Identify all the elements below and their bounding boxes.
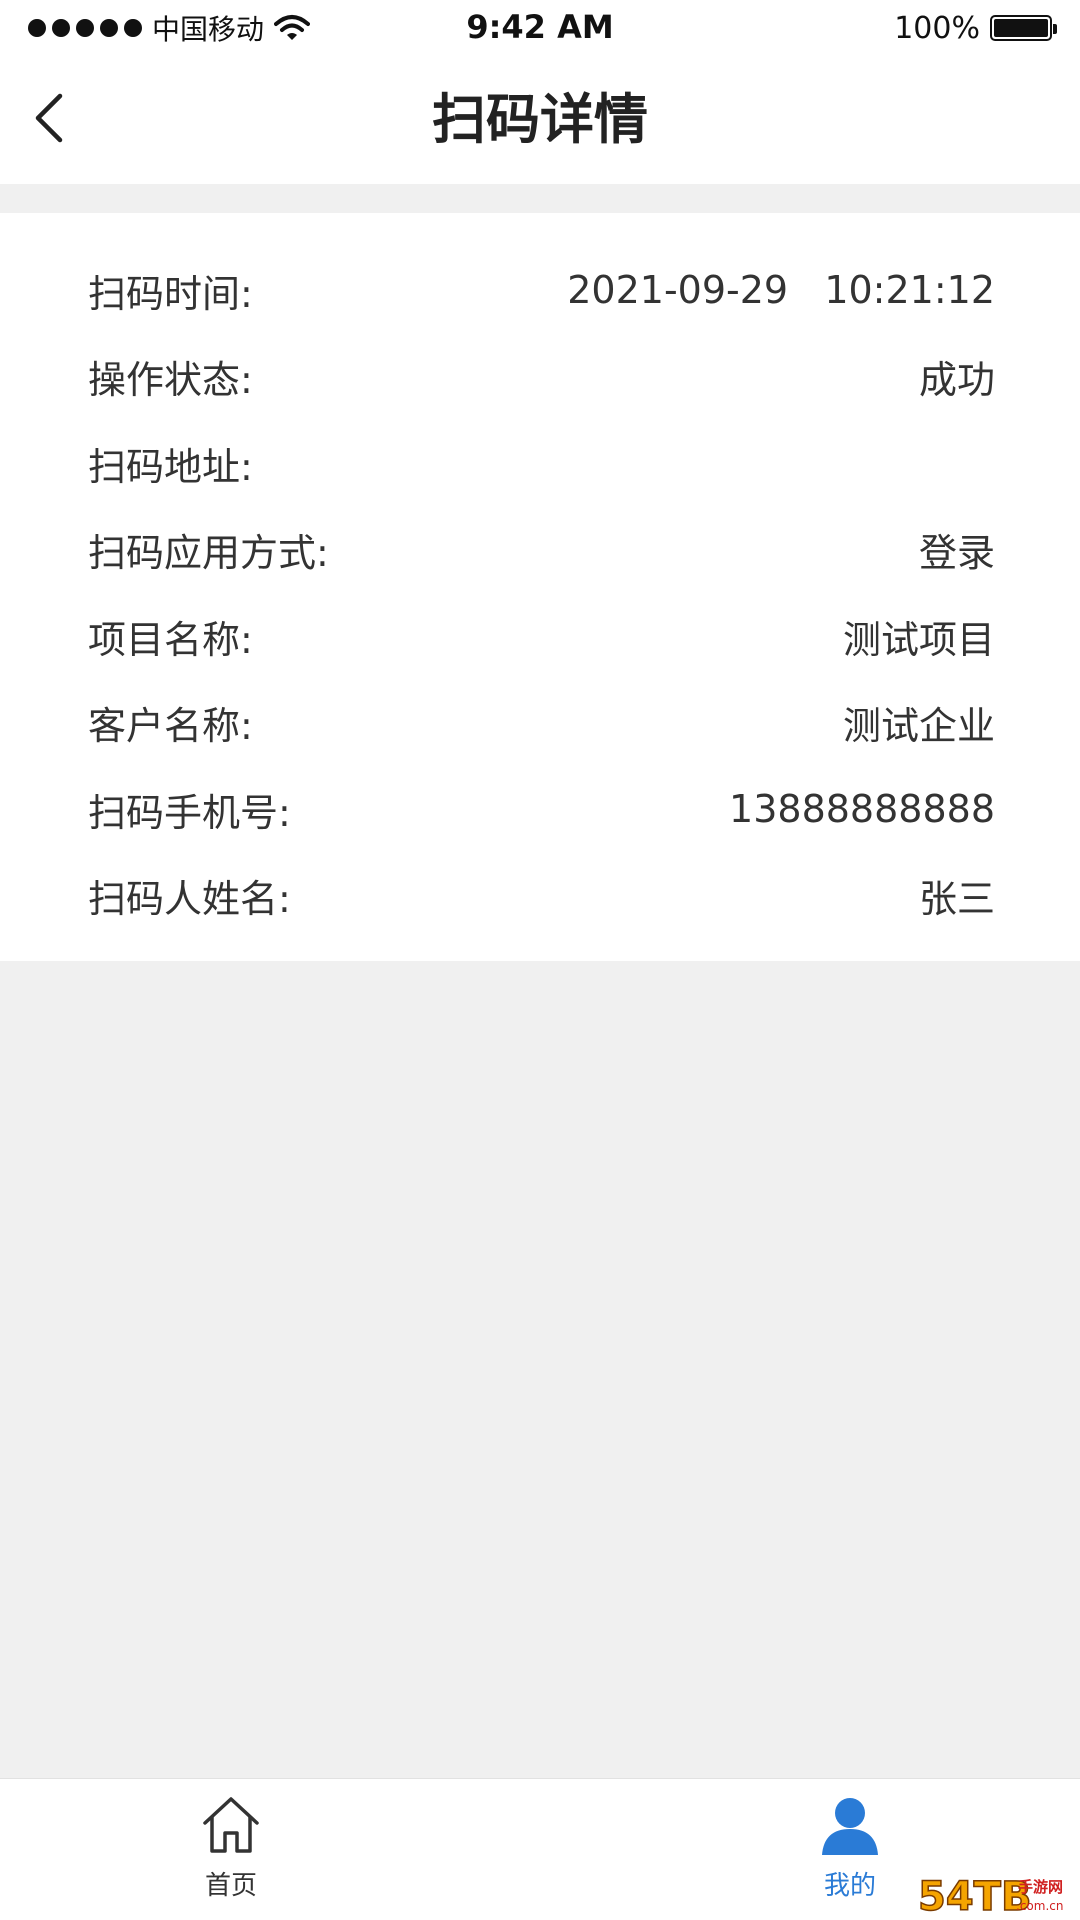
detail-value: 测试企业 <box>842 704 995 749</box>
detail-row-scanner-name: 扫码人姓名: 张三 <box>88 853 995 940</box>
detail-row-status: 操作状态: 成功 <box>88 334 995 421</box>
user-icon <box>822 1798 878 1855</box>
battery-percent: 100% <box>894 10 980 46</box>
detail-label: 扫码时间: <box>88 271 253 316</box>
detail-row-app-method: 扫码应用方式: 登录 <box>88 507 995 594</box>
detail-value: 成功 <box>918 358 995 403</box>
detail-label: 客户名称: <box>88 704 253 749</box>
tab-mine-label: 我的 <box>823 1871 876 1901</box>
detail-row-phone: 扫码手机号: 13888888888 <box>88 766 995 853</box>
status-bar: 中国移动 9:42 AM 100% <box>0 0 1080 56</box>
detail-row-customer-name: 客户名称: 测试企业 <box>88 680 995 767</box>
watermark-logo: 54TB 手游网 .com.cn <box>916 1870 1076 1918</box>
svg-text:.com.cn: .com.cn <box>1016 1899 1063 1913</box>
tab-home-label: 首页 <box>204 1871 257 1901</box>
svg-text:手游网: 手游网 <box>1018 1878 1063 1896</box>
tab-home[interactable]: 首页 <box>151 1793 311 1913</box>
home-icon <box>203 1797 259 1853</box>
detail-row-project-name: 项目名称: 测试项目 <box>88 593 995 680</box>
detail-value: 2021-09-29 10:21:12 <box>567 268 995 313</box>
detail-label: 扫码人姓名: <box>88 877 291 922</box>
detail-label: 项目名称: <box>88 617 253 662</box>
detail-value: 13888888888 <box>729 787 995 832</box>
detail-row-address: 扫码地址: <box>88 420 995 507</box>
detail-label: 扫码应用方式: <box>88 531 329 576</box>
detail-label: 操作状态: <box>88 358 253 403</box>
battery-icon <box>990 15 1057 41</box>
battery-fill <box>994 19 1048 37</box>
details-card: 扫码时间: 2021-09-29 10:21:12 操作状态: 成功 扫码地址:… <box>0 213 1080 961</box>
detail-value: 张三 <box>918 877 995 922</box>
detail-value: 登录 <box>918 531 995 576</box>
page-title: 扫码详情 <box>432 88 648 151</box>
status-right: 100% <box>894 10 1057 46</box>
detail-value: 测试项目 <box>842 617 995 662</box>
detail-label: 扫码地址: <box>88 444 253 489</box>
nav-bar: 扫码详情 <box>0 56 1080 184</box>
screen: 中国移动 9:42 AM 100% 扫码详情 扫码时间: 2021-09-29 … <box>0 0 1080 1920</box>
detail-row-scan-time: 扫码时间: 2021-09-29 10:21:12 <box>88 247 995 334</box>
svg-text:54TB: 54TB <box>918 1874 1031 1918</box>
tab-mine[interactable]: 我的 <box>770 1793 930 1913</box>
detail-label: 扫码手机号: <box>88 790 291 835</box>
